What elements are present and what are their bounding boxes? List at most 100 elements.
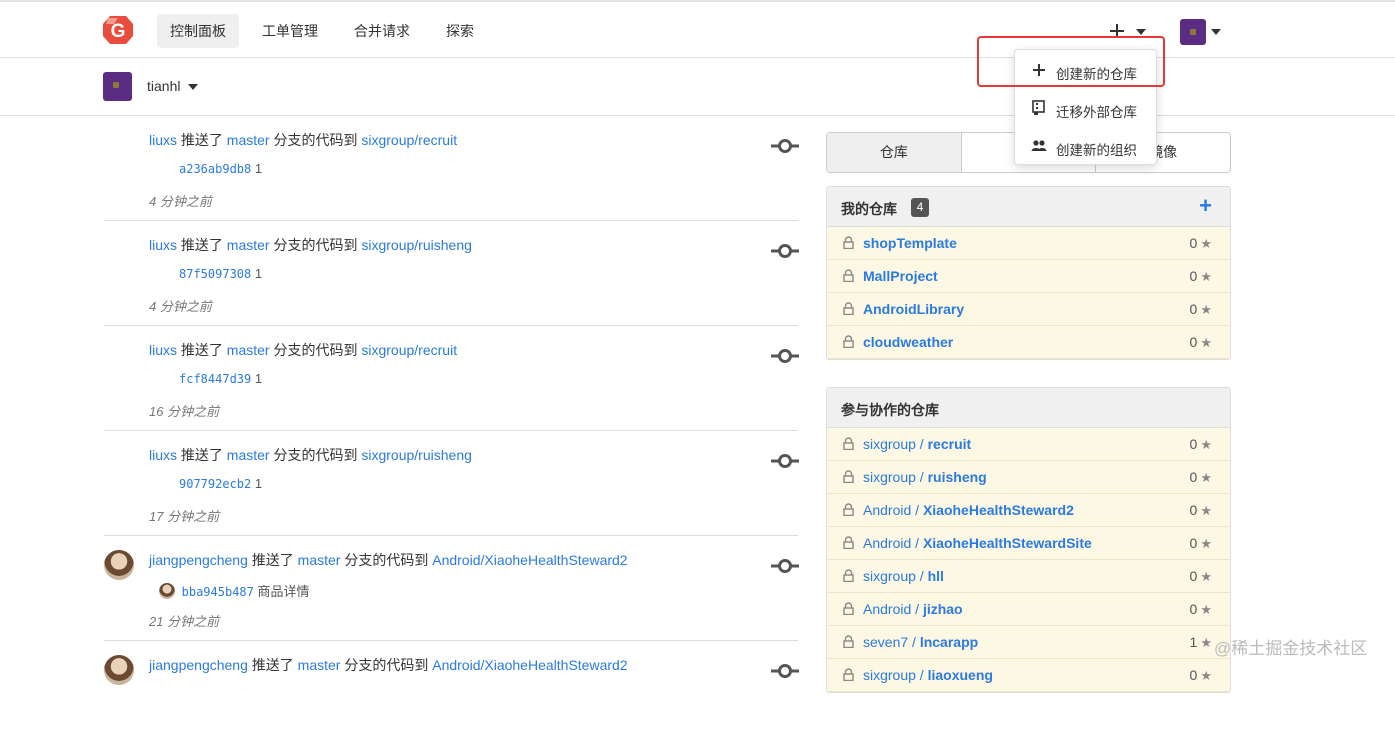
organization-icon: [1031, 140, 1047, 151]
user-avatar[interactable]: [104, 655, 134, 685]
feed-user-link[interactable]: jiangpengcheng: [149, 552, 248, 568]
user-avatar[interactable]: [104, 550, 134, 580]
my-repos-panel: 我的仓库 4 + shopTemplate 0 ★ MallProject 0 ★ Andr…: [826, 186, 1231, 360]
repo-owner: Android /: [863, 601, 923, 617]
feed-repo-link[interactable]: sixgroup/recruit: [361, 342, 457, 358]
repo-name-link[interactable]: sixgroup / recruit: [863, 436, 971, 452]
lock-icon: [843, 302, 854, 315]
feed-repo-link[interactable]: Android/XiaoheHealthSteward2: [432, 657, 627, 673]
commit-sha-link[interactable]: 87f5097308: [179, 267, 251, 281]
feed-repo-link[interactable]: sixgroup/ruisheng: [361, 447, 472, 463]
commit-sha-link[interactable]: bba945b487: [182, 585, 254, 599]
create-menu-button[interactable]: [1108, 20, 1150, 42]
repo-name-link[interactable]: AndroidLibrary: [863, 301, 964, 317]
commit-sha-link[interactable]: a236ab9db8: [179, 162, 251, 176]
repo-row[interactable]: Android / XiaoheHealthStewardSite 0 ★: [827, 527, 1230, 560]
feed-branch-link[interactable]: master: [227, 132, 270, 148]
repo-row[interactable]: sixgroup / hll 0 ★: [827, 560, 1230, 593]
feed-branch-link[interactable]: master: [227, 447, 270, 463]
nav-dashboard[interactable]: 控制面板: [157, 14, 239, 48]
commit-line: bba945b487 商品详情: [159, 581, 310, 600]
nav-explore[interactable]: 探索: [433, 14, 487, 48]
feed-repo-link[interactable]: sixgroup/recruit: [361, 132, 457, 148]
feed-verb: 推送了: [180, 447, 223, 463]
git-commit-icon: [771, 349, 799, 363]
repo-name: ruisheng: [927, 469, 987, 485]
nav-pull-requests[interactable]: 合并请求: [341, 14, 423, 48]
menu-item-new-repo[interactable]: 创建新的仓库: [1015, 53, 1156, 87]
repo-name-link[interactable]: sixgroup / ruisheng: [863, 469, 987, 485]
gitea-logo-icon[interactable]: G: [102, 14, 134, 46]
repo-row[interactable]: Android / XiaoheHealthSteward2 0 ★: [827, 494, 1230, 527]
feed-branch-link[interactable]: master: [227, 342, 270, 358]
repo-stars: 1 ★: [1190, 634, 1212, 651]
repo-name: jizhao: [922, 601, 963, 617]
feed-repo-link[interactable]: Android/XiaoheHealthSteward2: [432, 552, 627, 568]
feed-mid-text: 分支的代码到: [273, 237, 358, 253]
repo-row[interactable]: sixgroup / ruisheng 0 ★: [827, 461, 1230, 494]
repo-name: AndroidLibrary: [863, 301, 965, 317]
feed-item: liuxs 推送了 master 分支的代码到 sixgroup/ruishen…: [104, 221, 799, 326]
svg-text:G: G: [111, 21, 126, 42]
repo-name-link[interactable]: cloudweather: [863, 334, 953, 350]
git-commit-icon: [771, 559, 799, 573]
feed-user-link[interactable]: jiangpengcheng: [149, 657, 248, 673]
repo-name-link[interactable]: MallProject: [863, 268, 938, 284]
nav-issues[interactable]: 工单管理: [249, 14, 331, 48]
repo-name: XiaoheHealthSteward2: [922, 502, 1074, 518]
feed-user-link[interactable]: liuxs: [149, 342, 177, 358]
repo-name-link[interactable]: seven7 / lncarapp: [863, 634, 978, 650]
star-count: 0: [1189, 268, 1198, 284]
repo-name-link[interactable]: Android / jizhao: [863, 601, 963, 617]
add-repo-button[interactable]: +: [1199, 195, 1212, 217]
star-count: 1: [1189, 634, 1198, 650]
star-count: 0: [1189, 568, 1198, 584]
repo-row[interactable]: seven7 / lncarapp 1 ★: [827, 626, 1230, 659]
tab-repositories[interactable]: 仓库: [827, 133, 962, 172]
chevron-down-icon: [188, 84, 198, 90]
commit-line: 87f5097308 1: [179, 266, 262, 281]
feed-line: liuxs 推送了 master 分支的代码到 sixgroup/ruishen…: [149, 445, 472, 465]
menu-item-label: 迁移外部仓库: [1056, 105, 1137, 120]
commit-line: a236ab9db8 1: [179, 161, 262, 176]
feed-user-link[interactable]: liuxs: [149, 447, 177, 463]
repo-row[interactable]: cloudweather 0 ★: [827, 326, 1230, 359]
repo-row[interactable]: Android / jizhao 0 ★: [827, 593, 1230, 626]
menu-item-migrate-repo[interactable]: 迁移外部仓库: [1015, 91, 1156, 125]
user-menu-button[interactable]: [1180, 19, 1226, 45]
repo-row[interactable]: sixgroup / recruit 0 ★: [827, 428, 1230, 461]
lock-icon: [843, 437, 854, 450]
repo-stars: 0 ★: [1190, 667, 1212, 684]
feed-branch-link[interactable]: master: [227, 237, 270, 253]
feed-user-link[interactable]: liuxs: [149, 237, 177, 253]
feed-verb: 推送了: [251, 552, 294, 568]
repo-name-link[interactable]: Android / XiaoheHealthSteward2: [863, 502, 1074, 518]
feed-item: liuxs 推送了 master 分支的代码到 sixgroup/recruit…: [104, 116, 799, 221]
feed-item: jiangpengcheng 推送了 master 分支的代码到 Android…: [104, 536, 799, 641]
feed-branch-link[interactable]: master: [298, 657, 341, 673]
git-commit-icon: [771, 244, 799, 258]
repo-row[interactable]: shopTemplate 0 ★: [827, 227, 1230, 260]
repo-name-link[interactable]: sixgroup / liaoxueng: [863, 667, 993, 683]
repo-owner: sixgroup /: [863, 568, 928, 584]
repo-name-link[interactable]: sixgroup / hll: [863, 568, 944, 584]
repo-row[interactable]: sixgroup / liaoxueng 0 ★: [827, 659, 1230, 692]
repo-row[interactable]: MallProject 0 ★: [827, 260, 1230, 293]
repo-row[interactable]: AndroidLibrary 0 ★: [827, 293, 1230, 326]
commit-message: 1: [254, 161, 263, 176]
commit-sha-link[interactable]: 907792ecb2: [179, 477, 251, 491]
star-count: 0: [1189, 535, 1198, 551]
menu-item-new-org[interactable]: 创建新的组织: [1015, 129, 1156, 163]
repo-owner: sixgroup /: [863, 469, 928, 485]
star-icon: ★: [1200, 569, 1212, 584]
feed-repo-link[interactable]: sixgroup/ruisheng: [361, 237, 472, 253]
feed-branch-link[interactable]: master: [298, 552, 341, 568]
repo-name-link[interactable]: Android / XiaoheHealthStewardSite: [863, 535, 1092, 551]
repo-name: recruit: [927, 436, 972, 452]
repo-name-link[interactable]: shopTemplate: [863, 235, 957, 251]
repo-stars: 0 ★: [1190, 334, 1212, 351]
commit-sha-link[interactable]: fcf8447d39: [179, 372, 251, 386]
star-icon: ★: [1200, 635, 1212, 650]
create-dropdown-menu: 创建新的仓库 迁移外部仓库 创建新的组织: [1014, 49, 1157, 165]
feed-user-link[interactable]: liuxs: [149, 132, 177, 148]
